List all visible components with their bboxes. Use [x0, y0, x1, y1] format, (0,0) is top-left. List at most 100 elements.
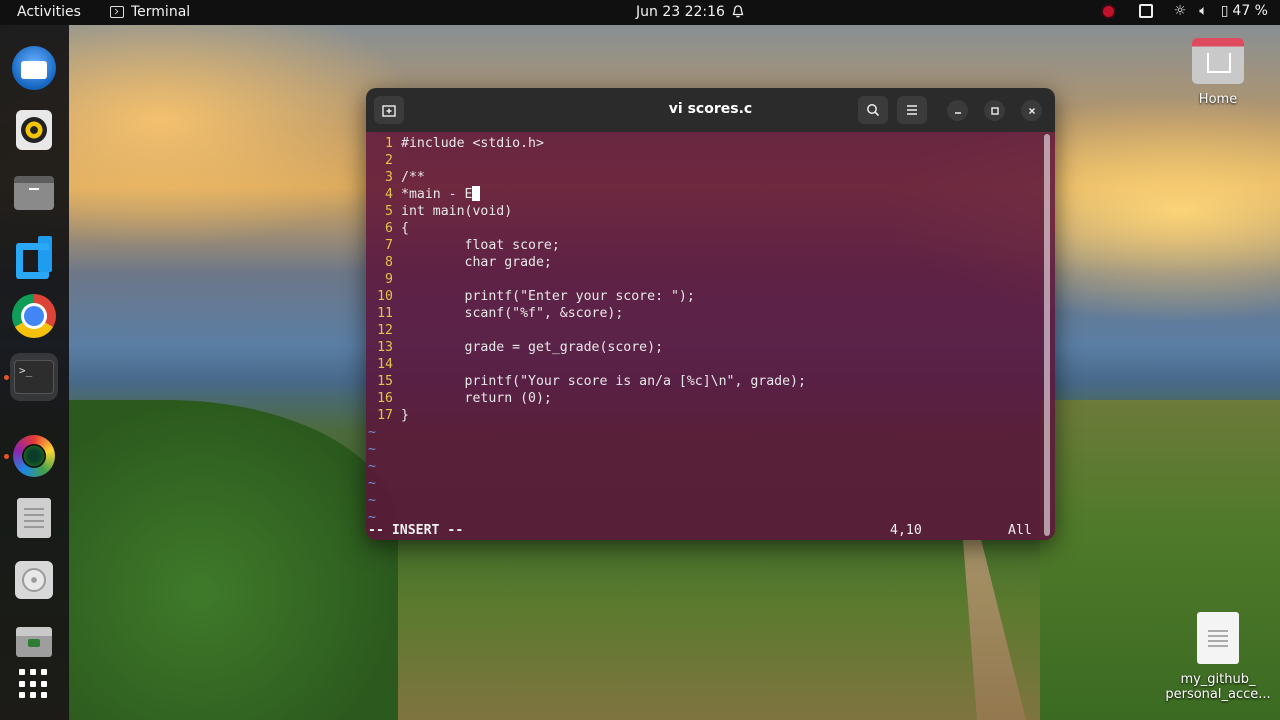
disk-icon [15, 561, 53, 599]
line-text: char grade; [401, 255, 552, 270]
terminal-content[interactable]: 1 #include <stdio.h> 2 3 /** 4 *main - E 5 int m… [366, 132, 1055, 540]
terminal-icon: >_ [14, 360, 54, 394]
vim-status-line: -- INSERT -- 4,10 All [366, 522, 1055, 539]
scrollbar[interactable] [1044, 134, 1050, 536]
show-apps-button[interactable] [10, 660, 58, 708]
line-number: 4 [385, 187, 393, 202]
empty-line-tilde: ~ [368, 476, 376, 491]
editor-line[interactable]: 11 scanf("%f", &score); [366, 305, 1046, 322]
line-number: 3 [385, 170, 393, 185]
editor-line[interactable]: 8 char grade; [366, 254, 1046, 271]
dock-thunderbird[interactable] [10, 44, 58, 92]
vscode-icon [14, 234, 54, 274]
editor-line[interactable]: 2 [366, 152, 1046, 169]
wallpaper-hill-left [68, 400, 398, 720]
top-bar: Activities Terminal Jun 23 22:16 ☼ 🔈︎ ▯ … [0, 0, 1280, 25]
dock-cheese[interactable] [10, 432, 58, 480]
line-text: #include <stdio.h> [401, 136, 544, 151]
editor-line[interactable]: 5 int main(void) [366, 203, 1046, 220]
system-tray[interactable]: ☼ 🔈︎ ▯ 47 % [1102, 3, 1268, 19]
menu-button[interactable] [897, 96, 927, 124]
line-number: 15 [377, 374, 393, 389]
dock-disks[interactable] [10, 556, 58, 604]
line-text [393, 322, 401, 339]
text-file-icon [1197, 612, 1239, 664]
line-text: grade = get_grade(score); [401, 340, 664, 355]
line-number: 10 [377, 289, 393, 304]
editor-buffer[interactable]: 1 #include <stdio.h> 2 3 /** 4 *main - E 5 int m… [366, 135, 1046, 526]
screen-share-icon[interactable] [1138, 4, 1153, 18]
editor-line[interactable]: 16 return (0); [366, 390, 1046, 407]
line-text: float score; [401, 238, 560, 253]
clock[interactable]: Jun 23 22:16 [636, 4, 725, 20]
search-icon [867, 104, 880, 117]
brightness-icon: ☼ [1173, 3, 1187, 19]
close-button[interactable] [1021, 100, 1042, 121]
editor-line[interactable]: 13 grade = get_grade(score); [366, 339, 1046, 356]
home-folder-label: Home [1198, 92, 1238, 107]
editor-line[interactable]: 12 [366, 322, 1046, 339]
maximize-button[interactable] [984, 100, 1005, 121]
editor-line[interactable]: 4 *main - E [366, 186, 1046, 203]
text-editor-icon [17, 498, 51, 538]
rhythmbox-icon [16, 110, 52, 150]
app-menu[interactable]: Terminal [110, 4, 190, 20]
bell-icon[interactable] [732, 5, 744, 18]
line-text: scanf("%f", &score); [401, 306, 624, 321]
line-text: } [401, 408, 409, 423]
line-text: printf("Enter your score: "); [401, 289, 695, 304]
battery-percent: 47 % [1232, 3, 1268, 19]
editor-line[interactable]: 17} [366, 407, 1046, 424]
minimize-button[interactable] [947, 100, 968, 121]
desktop-file[interactable]: my_github_ personal_acce... [1158, 612, 1278, 702]
window-header[interactable]: vi scores.c [366, 88, 1055, 132]
dock: >_ [0, 25, 69, 720]
editor-line[interactable]: 7 float score; [366, 237, 1046, 254]
editor-line[interactable]: 1 #include <stdio.h> [366, 135, 1046, 152]
dock-text-editor[interactable] [10, 494, 58, 542]
line-number: 11 [377, 306, 393, 321]
desktop-file-label: my_github_ personal_acce... [1165, 672, 1271, 702]
line-text: *main - E [401, 187, 473, 202]
line-text: { [401, 221, 409, 236]
line-text: printf("Your score is an/a [%c]\n", grad… [401, 374, 806, 389]
line-text: int main(void) [401, 204, 513, 219]
wallpaper-road [963, 540, 1026, 720]
search-button[interactable] [858, 96, 888, 124]
line-number: 12 [377, 323, 393, 338]
terminal-window[interactable]: vi scores.c 1 #include <stdio.h> 2 3 /** 4 *ma… [366, 88, 1055, 540]
maximize-icon [990, 106, 999, 115]
dock-rhythmbox[interactable] [10, 106, 58, 154]
empty-line-tilde: ~ [368, 442, 376, 457]
activities-button[interactable]: Activities [17, 4, 81, 20]
volume-icon: 🔈︎ [1199, 3, 1208, 19]
dock-files[interactable] [10, 169, 58, 217]
editor-line[interactable]: 9 [366, 271, 1046, 288]
dock-terminal[interactable]: >_ [10, 353, 58, 401]
editor-line[interactable]: 3 /** [366, 169, 1046, 186]
empty-line-tilde: ~ [368, 425, 376, 440]
editor-line[interactable]: 10 printf("Enter your score: "); [366, 288, 1046, 305]
line-number: 1 [385, 136, 393, 151]
battery-indicator: ▯ 47 % [1221, 3, 1268, 19]
dock-trash[interactable] [10, 618, 58, 666]
line-number: 9 [385, 272, 393, 287]
recording-indicator-icon[interactable] [1102, 5, 1114, 17]
trash-icon [16, 627, 52, 657]
desktop-home-folder[interactable]: Home [1184, 38, 1252, 107]
battery-icon: ▯ [1220, 3, 1229, 19]
line-number: 7 [385, 238, 393, 253]
running-indicator [4, 454, 9, 459]
terminal-icon [110, 6, 124, 18]
line-number: 8 [385, 255, 393, 270]
home-folder-icon [1192, 38, 1244, 84]
dock-chrome[interactable] [10, 292, 58, 340]
cursor-position: 4,10 [890, 523, 922, 538]
editor-line[interactable]: 14 [366, 356, 1046, 373]
editor-line[interactable]: 6{ [366, 220, 1046, 237]
empty-line-tilde: ~ [368, 459, 376, 474]
files-icon [14, 176, 54, 210]
editor-line[interactable]: 15 printf("Your score is an/a [%c]\n", g… [366, 373, 1046, 390]
empty-line-tilde: ~ [368, 493, 376, 508]
dock-vscode[interactable] [10, 230, 58, 278]
